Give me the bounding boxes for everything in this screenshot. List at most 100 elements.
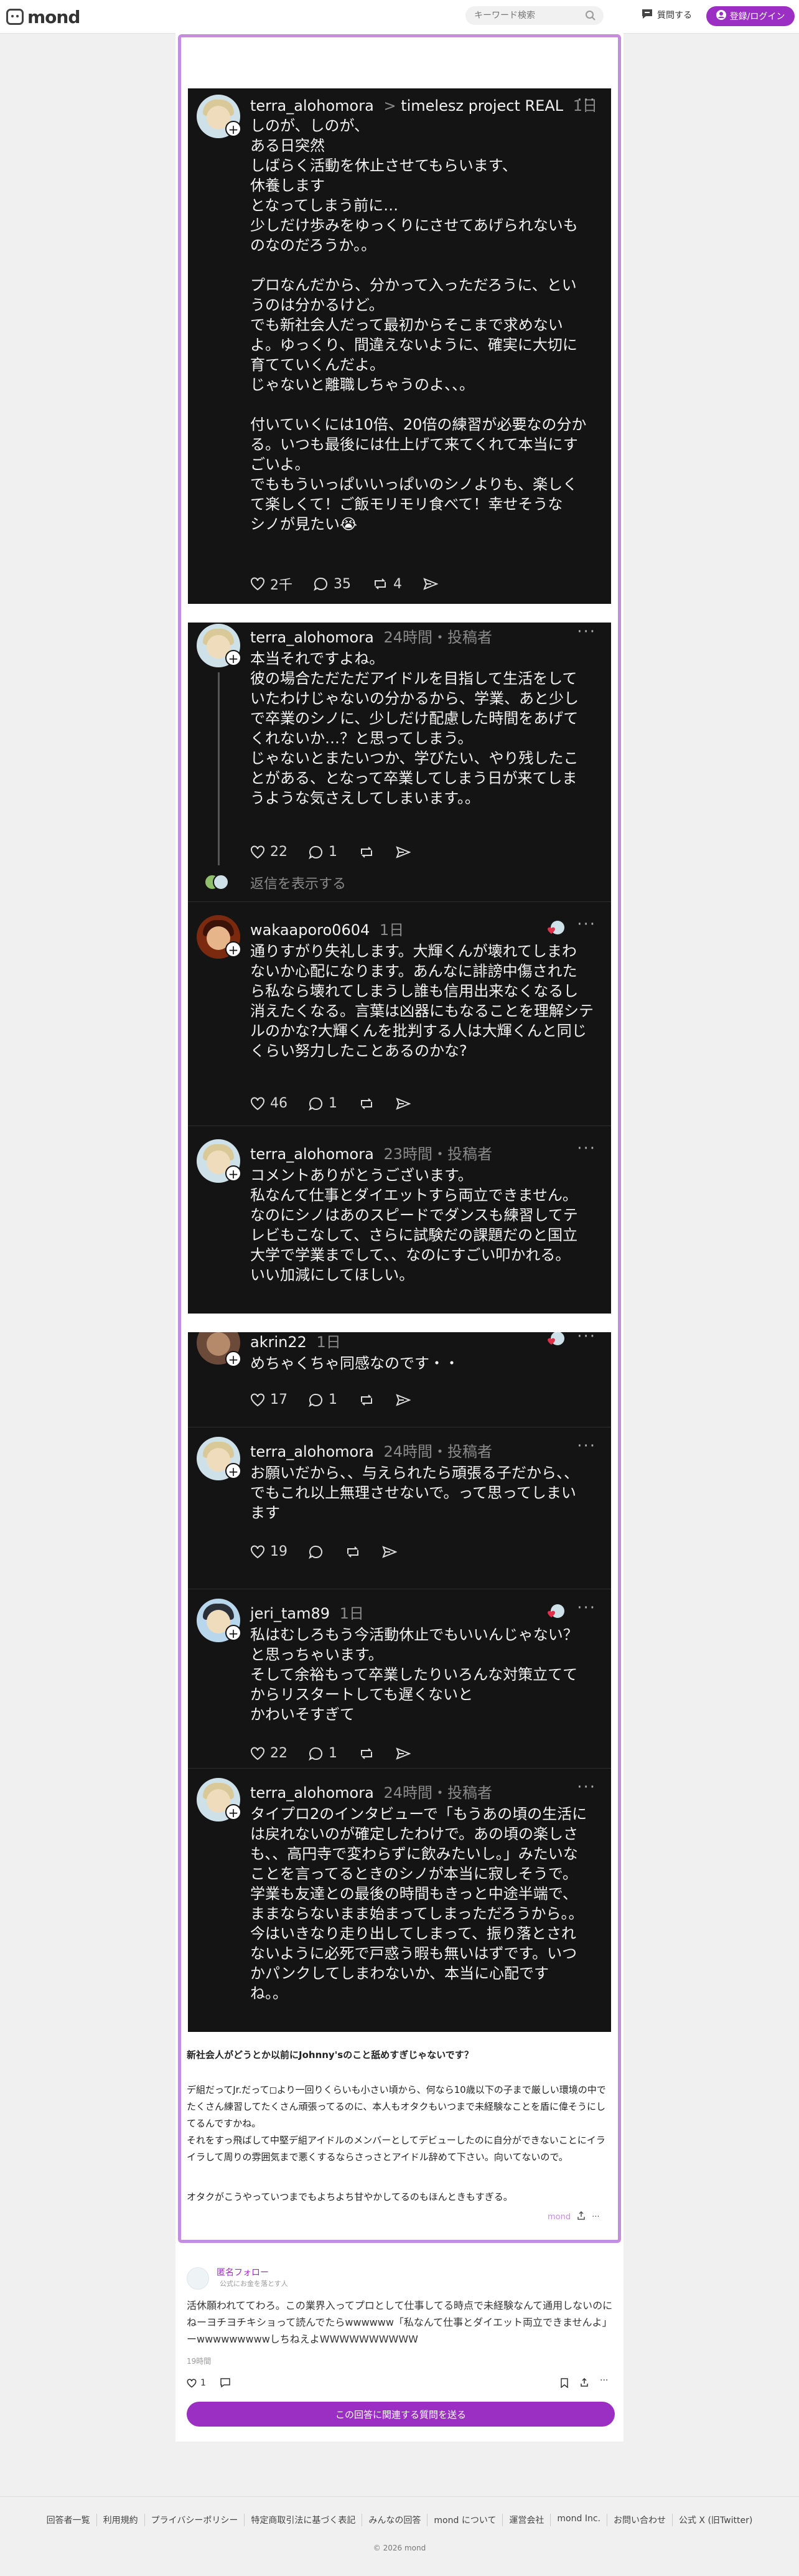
follow-plus-icon[interactable]: + bbox=[225, 1351, 241, 1367]
footer-link[interactable]: 回答者一覧 bbox=[40, 2514, 96, 2526]
reply-button[interactable]: 1 bbox=[309, 1096, 337, 1111]
footer-link[interactable]: 公式 X (旧Twitter) bbox=[671, 2514, 759, 2526]
like-button[interactable]: 1 bbox=[187, 2378, 206, 2388]
follow-label[interactable]: 匿名フォロー bbox=[217, 2266, 269, 2278]
reply-button[interactable] bbox=[309, 1545, 324, 1559]
reply-body: 私はむしろもう今活動休止でもいいんじゃない？ と思っちゃいます。 そして余裕もっ… bbox=[250, 1626, 578, 1723]
like-button[interactable]: 19 bbox=[250, 1544, 287, 1559]
share-button[interactable] bbox=[396, 845, 411, 859]
thread-line bbox=[218, 672, 220, 865]
more-icon[interactable]: ··· bbox=[577, 623, 596, 641]
divider bbox=[188, 901, 611, 902]
reply-body: 本当それですよね。 彼の場合ただただアイドルを目指して生活をして いたわけじゃな… bbox=[250, 650, 579, 807]
like-count: 17 bbox=[270, 1392, 287, 1408]
footer-divider bbox=[0, 2496, 799, 2497]
more-icon[interactable]: ··· bbox=[577, 1437, 596, 1455]
follow-plus-icon[interactable]: + bbox=[225, 650, 241, 666]
repost-button[interactable] bbox=[358, 1747, 375, 1760]
like-count: 22 bbox=[270, 1746, 287, 1761]
share-button[interactable] bbox=[396, 1097, 411, 1111]
repost-icon bbox=[361, 1747, 372, 1759]
more-icon[interactable]: ··· bbox=[600, 2376, 608, 2386]
like-button[interactable]: 22 bbox=[250, 1746, 287, 1761]
share-icon[interactable] bbox=[580, 2377, 589, 2389]
username[interactable]: terra_alohomora bbox=[250, 1443, 374, 1460]
share-button[interactable] bbox=[423, 577, 438, 591]
repost-button[interactable]: 4 bbox=[372, 576, 402, 592]
login-label: 登録/ログイン bbox=[729, 12, 785, 22]
username[interactable]: jeri_tam89 bbox=[250, 1605, 330, 1622]
repost-icon bbox=[361, 846, 372, 858]
send-related-question-button[interactable]: この回答に関連する質問を送る bbox=[187, 2402, 615, 2427]
footer-link[interactable]: 利用規約 bbox=[96, 2514, 144, 2526]
username[interactable]: terra_alohomora bbox=[250, 1145, 374, 1163]
follow-plus-icon[interactable]: + bbox=[225, 1625, 241, 1641]
share-button[interactable] bbox=[396, 1747, 411, 1760]
username[interactable]: terra_alohomora bbox=[250, 629, 374, 646]
username[interactable]: wakaaporo0604 bbox=[250, 921, 370, 939]
repost-button[interactable] bbox=[358, 1393, 375, 1407]
follow-plus-icon[interactable]: + bbox=[225, 1804, 241, 1820]
ask-question-button[interactable]: 質問する bbox=[641, 8, 692, 22]
reply-button[interactable]: 1 bbox=[309, 1746, 337, 1761]
reply-header: wakaaporo0604 1日 bbox=[250, 918, 404, 939]
screenshot-3: + akrin22 1日 ··· めちゃくちゃ同感なのです・・ 17 1 + t… bbox=[188, 1332, 611, 2032]
answer-actions: 1 ··· bbox=[187, 2376, 616, 2392]
repost-button[interactable] bbox=[345, 1545, 361, 1559]
follow-plus-icon[interactable]: + bbox=[225, 941, 241, 957]
username[interactable]: terra_alohomora bbox=[250, 1784, 374, 1802]
footer-link[interactable]: みんなの回答 bbox=[362, 2514, 427, 2526]
bookmark-icon[interactable] bbox=[560, 2378, 569, 2390]
comment-icon[interactable] bbox=[220, 2378, 230, 2390]
share-button[interactable] bbox=[382, 1545, 397, 1559]
answerer-avatar[interactable] bbox=[187, 2267, 209, 2290]
reply-item: + wakaaporo0604 1日 ··· 通りすがり失礼します。大輝くんが壊… bbox=[188, 915, 611, 1121]
answer-text: 活休願われててわろ。この業界入ってプロとして仕事してる時点で未経験なんて通用しな… bbox=[187, 2300, 613, 2345]
share-icon[interactable] bbox=[577, 2211, 586, 2222]
more-icon[interactable]: ··· bbox=[577, 1599, 596, 1617]
more-icon[interactable]: ··· bbox=[577, 1139, 596, 1158]
mond-logo[interactable]: mond bbox=[6, 5, 80, 29]
footer-link[interactable]: mond Inc. bbox=[550, 2514, 607, 2526]
reply-button[interactable]: 1 bbox=[309, 844, 337, 860]
more-icon[interactable]: ··· bbox=[577, 1778, 596, 1797]
reply-button[interactable]: 1 bbox=[309, 1392, 337, 1408]
reply-count: 1 bbox=[329, 1392, 337, 1408]
reply-header: terra_alohomora 24時間・投稿者 bbox=[250, 1439, 492, 1461]
more-icon[interactable]: ··· bbox=[577, 91, 596, 110]
like-button[interactable]: 22 bbox=[250, 844, 287, 860]
community-name[interactable]: timelesz project REAL bbox=[401, 97, 563, 115]
reply-item: + akrin22 1日 ··· めちゃくちゃ同感なのです・・ 17 1 bbox=[188, 1332, 611, 1419]
username[interactable]: akrin22 bbox=[250, 1333, 307, 1351]
more-icon[interactable]: ··· bbox=[577, 915, 596, 934]
more-icon[interactable]: ··· bbox=[577, 1332, 596, 1346]
repost-button[interactable] bbox=[358, 845, 375, 859]
reply-meta: 24時間・投稿者 bbox=[383, 629, 492, 646]
share-button[interactable] bbox=[396, 1393, 411, 1407]
footer-link[interactable]: mond について bbox=[427, 2514, 502, 2526]
follow-plus-icon[interactable]: + bbox=[225, 121, 241, 137]
like-button[interactable]: 17 bbox=[250, 1392, 287, 1408]
heart-icon bbox=[251, 845, 264, 858]
reply-item: + terra_alohomora 24時間・投稿者 ··· お願いだから、、与… bbox=[188, 1437, 611, 1580]
footer-link[interactable]: プライバシーポリシー bbox=[144, 2514, 245, 2526]
reply-button[interactable]: 35 bbox=[314, 576, 351, 592]
follow-plus-icon[interactable]: + bbox=[225, 1165, 241, 1182]
more-icon[interactable]: ··· bbox=[592, 2212, 599, 2222]
like-button[interactable]: 46 bbox=[250, 1096, 287, 1111]
show-replies-link[interactable]: 返信を表示する bbox=[250, 873, 346, 893]
reply-body: 通りすがり失礼します。大輝くんが壊れてしまわ ないか心配になります。あんなに誹謗… bbox=[250, 942, 594, 1060]
like-button[interactable]: 2千 bbox=[250, 574, 292, 594]
reply-body: お願いだから、、与えられたら頑張る子だから、、 でもこれ以上無理させないで。って… bbox=[250, 1464, 579, 1521]
footer-link[interactable]: 特定商取引法に基づく表記 bbox=[244, 2514, 362, 2526]
footer-link[interactable]: お問い合わせ bbox=[606, 2514, 672, 2526]
search-input[interactable] bbox=[465, 6, 577, 25]
username[interactable]: terra_alohomora bbox=[250, 97, 374, 115]
search-icon[interactable] bbox=[585, 10, 596, 24]
repost-button[interactable] bbox=[358, 1097, 375, 1111]
answer-time: 19時間 bbox=[187, 2357, 212, 2366]
follow-plus-icon[interactable]: + bbox=[225, 1463, 241, 1479]
login-button[interactable]: 登録/ログイン bbox=[706, 6, 795, 26]
footer-link[interactable]: 運営会社 bbox=[502, 2514, 550, 2526]
post-header: terra_alohomora > timelesz project REAL … bbox=[250, 93, 597, 115]
